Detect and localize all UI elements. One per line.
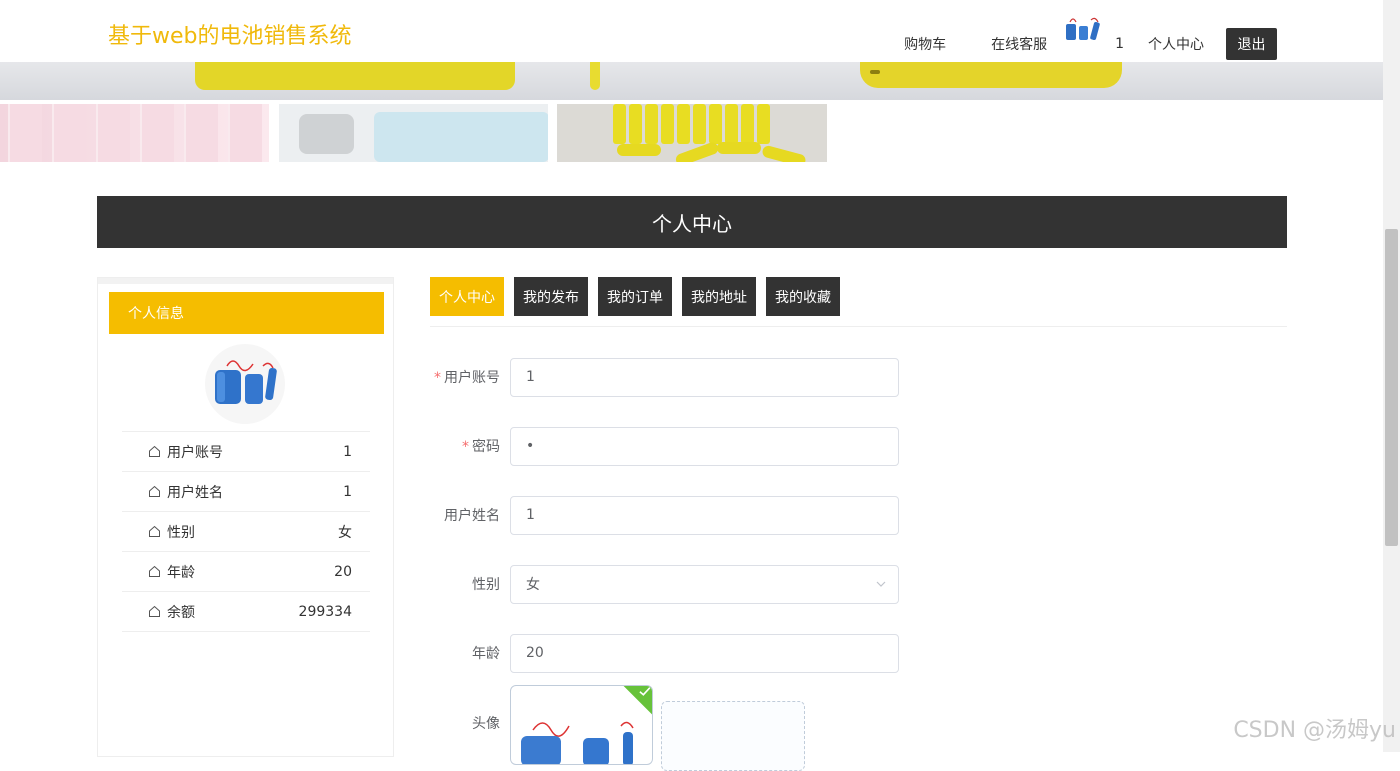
site-title[interactable]: 基于web的电池销售系统 — [108, 18, 352, 50]
list-item: 用户账号 1 — [122, 432, 370, 472]
info-value-account: 1 — [343, 444, 352, 460]
gender-select-value: 女 — [526, 574, 540, 594]
top-bar: 基于web的电池销售系统 购物车 在线客服 1 个人中心 退出 — [0, 0, 1383, 62]
home-icon — [148, 485, 161, 498]
list-item: 年龄 20 — [122, 552, 370, 592]
home-icon — [148, 565, 161, 578]
banner-thumbnail-yellow-batteries[interactable] — [557, 104, 827, 162]
info-value-gender: 女 — [338, 522, 352, 542]
info-label-name: 用户姓名 — [167, 482, 223, 502]
info-label-gender: 性别 — [167, 522, 195, 542]
name-input[interactable]: 1 — [510, 496, 899, 535]
home-icon — [148, 445, 161, 458]
account-label: 用户账号 — [444, 370, 500, 386]
banner-thumbnail-power-bank[interactable] — [279, 104, 548, 162]
form-row-account: *用户账号 1 — [430, 357, 910, 397]
password-label: 密码 — [472, 439, 500, 455]
info-label-account: 用户账号 — [167, 442, 223, 462]
profile-info-card: 个人信息 用户账号 1 用户姓名 1 性别 女 年龄 20 余额 2 — [97, 277, 394, 757]
list-item: 用户姓名 1 — [122, 472, 370, 512]
name-label: 用户姓名 — [430, 505, 510, 525]
tab-my-addresses[interactable]: 我的地址 — [682, 277, 756, 316]
check-icon — [639, 687, 651, 697]
logout-button[interactable]: 退出 — [1226, 28, 1277, 60]
info-value-name: 1 — [343, 484, 352, 500]
list-item: 性别 女 — [122, 512, 370, 552]
age-label: 年龄 — [430, 643, 510, 663]
form-row-password: *密码 • — [430, 426, 910, 466]
tab-my-orders[interactable]: 我的订单 — [598, 277, 672, 316]
gender-select[interactable]: 女 — [510, 565, 899, 604]
scrollbar-thumb[interactable] — [1385, 229, 1398, 546]
chevron-down-icon — [876, 579, 886, 589]
upload-button[interactable] — [661, 701, 805, 771]
page-scrollbar[interactable] — [1383, 0, 1400, 752]
info-value-age: 20 — [334, 564, 352, 580]
banner-image — [0, 62, 1383, 100]
home-icon — [148, 525, 161, 538]
watermark: CSDN @汤姆yu — [1233, 712, 1396, 744]
nav-username: 1 — [1115, 36, 1124, 52]
nav-service-link[interactable]: 在线客服 — [991, 34, 1047, 54]
user-avatar[interactable] — [1065, 14, 1103, 50]
gender-label: 性别 — [430, 574, 510, 594]
list-item: 余额 299334 — [122, 592, 370, 632]
age-input[interactable]: 20 — [510, 634, 899, 673]
info-label-age: 年龄 — [167, 562, 195, 582]
profile-tabs: 个人中心 我的发布 我的订单 我的地址 我的收藏 — [430, 277, 850, 316]
home-icon — [148, 605, 161, 618]
form-row-age: 年龄 20 — [430, 633, 910, 673]
section-title: 个人中心 — [97, 196, 1287, 248]
uploaded-avatar-image[interactable] — [510, 685, 653, 765]
top-nav: 购物车 在线客服 1 个人中心 退出 — [904, 28, 1277, 60]
info-label-balance: 余额 — [167, 602, 195, 622]
profile-avatar — [205, 344, 285, 424]
profile-info-list: 用户账号 1 用户姓名 1 性别 女 年龄 20 余额 299334 — [122, 431, 370, 632]
password-input[interactable]: • — [510, 427, 899, 466]
required-marker: * — [462, 439, 469, 455]
avatar-label: 头像 — [430, 685, 510, 755]
tabs-divider — [430, 326, 1287, 327]
required-marker: * — [434, 370, 441, 386]
form-row-gender: 性别 女 — [430, 564, 910, 604]
tab-profile[interactable]: 个人中心 — [430, 277, 504, 316]
form-row-avatar: 头像 — [430, 685, 805, 771]
account-input[interactable]: 1 — [510, 358, 899, 397]
info-value-balance: 299334 — [299, 604, 352, 620]
tab-my-posts[interactable]: 我的发布 — [514, 277, 588, 316]
nav-profile-link[interactable]: 个人中心 — [1148, 34, 1204, 54]
form-row-name: 用户姓名 1 — [430, 495, 910, 535]
nav-cart-link[interactable]: 购物车 — [904, 34, 946, 54]
banner-thumbnail-pink-batteries[interactable] — [0, 104, 269, 162]
profile-info-title: 个人信息 — [109, 292, 384, 334]
tab-my-favorites[interactable]: 我的收藏 — [766, 277, 840, 316]
